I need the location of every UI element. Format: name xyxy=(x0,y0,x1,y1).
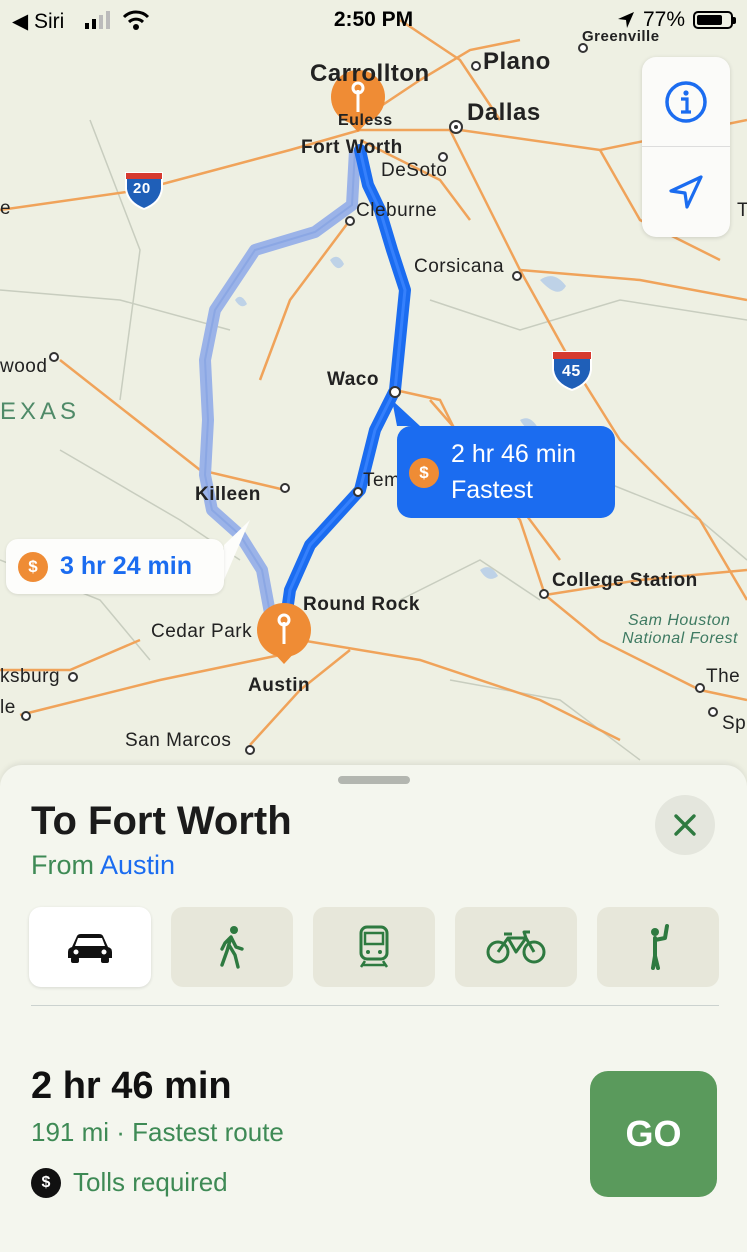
info-button[interactable] xyxy=(642,57,730,146)
city-le: le xyxy=(0,697,16,718)
city-dallas: Dallas xyxy=(467,99,541,126)
highway-shield-i20: 20 xyxy=(133,180,151,197)
walk-icon xyxy=(220,926,244,969)
toll-icon: $ xyxy=(31,1167,61,1198)
national-forest-label: National Forest xyxy=(622,630,738,647)
map-controls xyxy=(642,57,730,237)
mode-drive[interactable] xyxy=(29,907,151,987)
route-distance: 191 mi · Fastest route xyxy=(31,1117,284,1147)
origin-link[interactable]: Austin xyxy=(100,850,175,880)
city-the: The xyxy=(706,666,741,687)
status-right: 77% xyxy=(617,8,736,32)
status-bar: ◀ Siri 2:50 PM 77% xyxy=(0,0,747,40)
train-icon xyxy=(359,925,389,968)
toll-icon: $ xyxy=(18,552,48,582)
city-austin: Austin xyxy=(248,675,311,696)
destination-title: To Fort Worth xyxy=(31,799,292,843)
city-euless: Euless xyxy=(338,112,393,129)
city-waco: Waco xyxy=(327,369,379,390)
transport-mode-selector xyxy=(29,907,719,987)
tolls-info: $ Tolls required xyxy=(31,1167,228,1198)
city-desoto: DeSoto xyxy=(381,160,448,181)
city-t: T xyxy=(737,200,747,221)
locate-button[interactable] xyxy=(642,147,730,236)
city-sp: Sp xyxy=(722,713,747,734)
close-icon xyxy=(674,814,696,836)
city-plano: Plano xyxy=(483,48,551,75)
city-wood: wood xyxy=(0,356,48,377)
city-e: e xyxy=(0,198,12,219)
mode-transit[interactable] xyxy=(313,907,435,987)
city-college-station: College Station xyxy=(552,570,698,591)
state-label-texas: EXAS xyxy=(0,398,81,425)
city-cleburne: Cleburne xyxy=(356,200,438,221)
sheet-grabber[interactable] xyxy=(338,776,410,784)
city-san-marcos: San Marcos xyxy=(125,730,232,751)
sheet-divider xyxy=(31,1005,719,1006)
highway-shield-i45: 45 xyxy=(562,363,581,380)
bicycle-icon xyxy=(486,930,546,964)
battery-icon xyxy=(693,11,736,29)
location-arrow-icon xyxy=(669,174,703,209)
sam-houston-label: Sam Houston xyxy=(628,612,731,629)
city-corsicana: Corsicana xyxy=(414,256,505,277)
city-cedar-park: Cedar Park xyxy=(151,621,253,642)
mode-ride-share[interactable] xyxy=(597,907,719,987)
from-prefix: From xyxy=(31,850,94,880)
route-callout-alternate[interactable]: $ 3 hr 24 min xyxy=(6,539,224,594)
car-icon xyxy=(68,934,112,963)
route-duration: 3 hr 24 min xyxy=(60,552,192,580)
city-round-rock: Round Rock xyxy=(303,594,420,615)
city-carrollton: Carrollton xyxy=(310,60,430,87)
route-label: Fastest xyxy=(451,476,533,504)
city-fort-worth: Fort Worth xyxy=(301,137,403,158)
route-duration: 2 hr 46 min xyxy=(451,440,577,468)
city-killeen: Killeen xyxy=(195,484,261,505)
city-temple: Tem xyxy=(363,470,401,491)
origin-line: From Austin xyxy=(31,850,175,881)
route-eta: 2 hr 46 min xyxy=(31,1065,232,1107)
mode-cycle[interactable] xyxy=(455,907,577,987)
go-button[interactable]: GO xyxy=(590,1071,717,1197)
battery-percent: 77% xyxy=(642,8,685,31)
mode-walk[interactable] xyxy=(171,907,293,987)
location-services-icon xyxy=(617,12,634,28)
tolls-label: Tolls required xyxy=(73,1167,228,1197)
directions-sheet: To Fort Worth From Austin 2 hr 46 min 19… xyxy=(0,765,747,1252)
map-view[interactable]: Greenville Carrollton Plano Dallas Eules… xyxy=(0,0,747,800)
info-icon xyxy=(665,80,707,123)
route-callout-fastest[interactable]: $ 2 hr 46 min Fastest xyxy=(397,426,615,518)
city-ksburg: ksburg xyxy=(0,666,61,687)
close-button[interactable] xyxy=(655,795,715,855)
hail-ride-icon xyxy=(651,924,669,970)
battery-level xyxy=(697,15,722,25)
toll-icon: $ xyxy=(409,458,439,488)
